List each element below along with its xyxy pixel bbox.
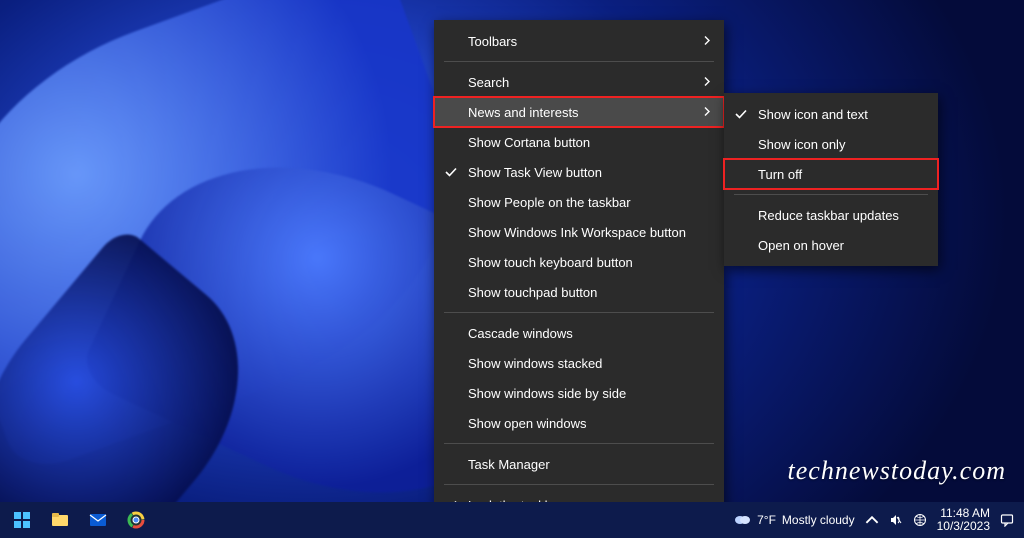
weather-temp: 7°F	[757, 513, 776, 527]
watermark-text: technewstoday.com	[788, 456, 1006, 486]
menu-separator	[444, 61, 714, 62]
menu-label: Open on hover	[758, 238, 844, 253]
menu-label: Show touch keyboard button	[468, 255, 633, 270]
menu-label: Reduce taskbar updates	[758, 208, 899, 223]
menu-item-task-manager[interactable]: Task Manager	[434, 449, 724, 479]
menu-label: Show windows side by side	[468, 386, 626, 401]
clock[interactable]: 11:48 AM 10/3/2023	[937, 507, 990, 533]
menu-label: Toolbars	[468, 34, 517, 49]
chevron-right-icon	[702, 34, 712, 49]
menu-item-search[interactable]: Search	[434, 67, 724, 97]
menu-item-ink[interactable]: Show Windows Ink Workspace button	[434, 217, 724, 247]
menu-label: Cascade windows	[468, 326, 573, 341]
menu-label: Show open windows	[468, 416, 587, 431]
chevron-right-icon	[702, 105, 712, 120]
clock-date: 10/3/2023	[937, 520, 990, 533]
menu-label: Task Manager	[468, 457, 550, 472]
network-icon[interactable]	[913, 513, 927, 527]
menu-item-task-view[interactable]: Show Task View button	[434, 157, 724, 187]
menu-item-touchpad[interactable]: Show touchpad button	[434, 277, 724, 307]
mail-button[interactable]	[80, 504, 116, 536]
menu-label: Show Task View button	[468, 165, 602, 180]
start-button[interactable]	[4, 504, 40, 536]
submenu-item-open-on-hover[interactable]: Open on hover	[724, 230, 938, 260]
taskbar-context-menu: Toolbars Search News and interests Show …	[434, 20, 724, 538]
menu-label: Show Windows Ink Workspace button	[468, 225, 686, 240]
menu-separator	[444, 484, 714, 485]
menu-item-side-by-side[interactable]: Show windows side by side	[434, 378, 724, 408]
check-icon	[444, 165, 458, 179]
tray-overflow-icon[interactable]	[865, 513, 879, 527]
chrome-button[interactable]	[118, 504, 154, 536]
submenu-item-icon-only[interactable]: Show icon only	[724, 129, 938, 159]
menu-label: Show People on the taskbar	[468, 195, 631, 210]
action-center-icon[interactable]	[1000, 513, 1014, 527]
submenu-item-turn-off[interactable]: Turn off	[724, 159, 938, 189]
volume-icon[interactable]	[889, 513, 903, 527]
menu-item-people[interactable]: Show People on the taskbar	[434, 187, 724, 217]
menu-label: Show icon only	[758, 137, 845, 152]
menu-label: Show windows stacked	[468, 356, 602, 371]
chevron-right-icon	[702, 75, 712, 90]
menu-label: Turn off	[758, 167, 802, 182]
menu-item-touch-keyboard[interactable]: Show touch keyboard button	[434, 247, 724, 277]
weather-desc: Mostly cloudy	[782, 513, 855, 527]
menu-label: Search	[468, 75, 509, 90]
menu-item-toolbars[interactable]: Toolbars	[434, 26, 724, 56]
submenu-item-reduce-updates[interactable]: Reduce taskbar updates	[724, 200, 938, 230]
menu-separator	[734, 194, 928, 195]
taskbar: 7°F Mostly cloudy 11:48 AM 10/3/2023	[0, 502, 1024, 538]
menu-separator	[444, 443, 714, 444]
weather-widget[interactable]: 7°F Mostly cloudy	[733, 512, 855, 529]
news-interests-submenu: Show icon and text Show icon only Turn o…	[724, 93, 938, 266]
check-icon	[734, 107, 748, 121]
menu-item-cortana[interactable]: Show Cortana button	[434, 127, 724, 157]
cloud-icon	[733, 512, 751, 529]
menu-separator	[444, 312, 714, 313]
file-explorer-button[interactable]	[42, 504, 78, 536]
submenu-item-icon-and-text[interactable]: Show icon and text	[724, 99, 938, 129]
menu-label: Show Cortana button	[468, 135, 590, 150]
menu-label: News and interests	[468, 105, 579, 120]
menu-label: Show icon and text	[758, 107, 868, 122]
menu-item-stacked[interactable]: Show windows stacked	[434, 348, 724, 378]
menu-item-cascade[interactable]: Cascade windows	[434, 318, 724, 348]
menu-label: Show touchpad button	[468, 285, 597, 300]
menu-item-news-and-interests[interactable]: News and interests	[434, 97, 724, 127]
menu-item-show-open[interactable]: Show open windows	[434, 408, 724, 438]
system-tray: 7°F Mostly cloudy 11:48 AM 10/3/2023	[733, 502, 1024, 538]
